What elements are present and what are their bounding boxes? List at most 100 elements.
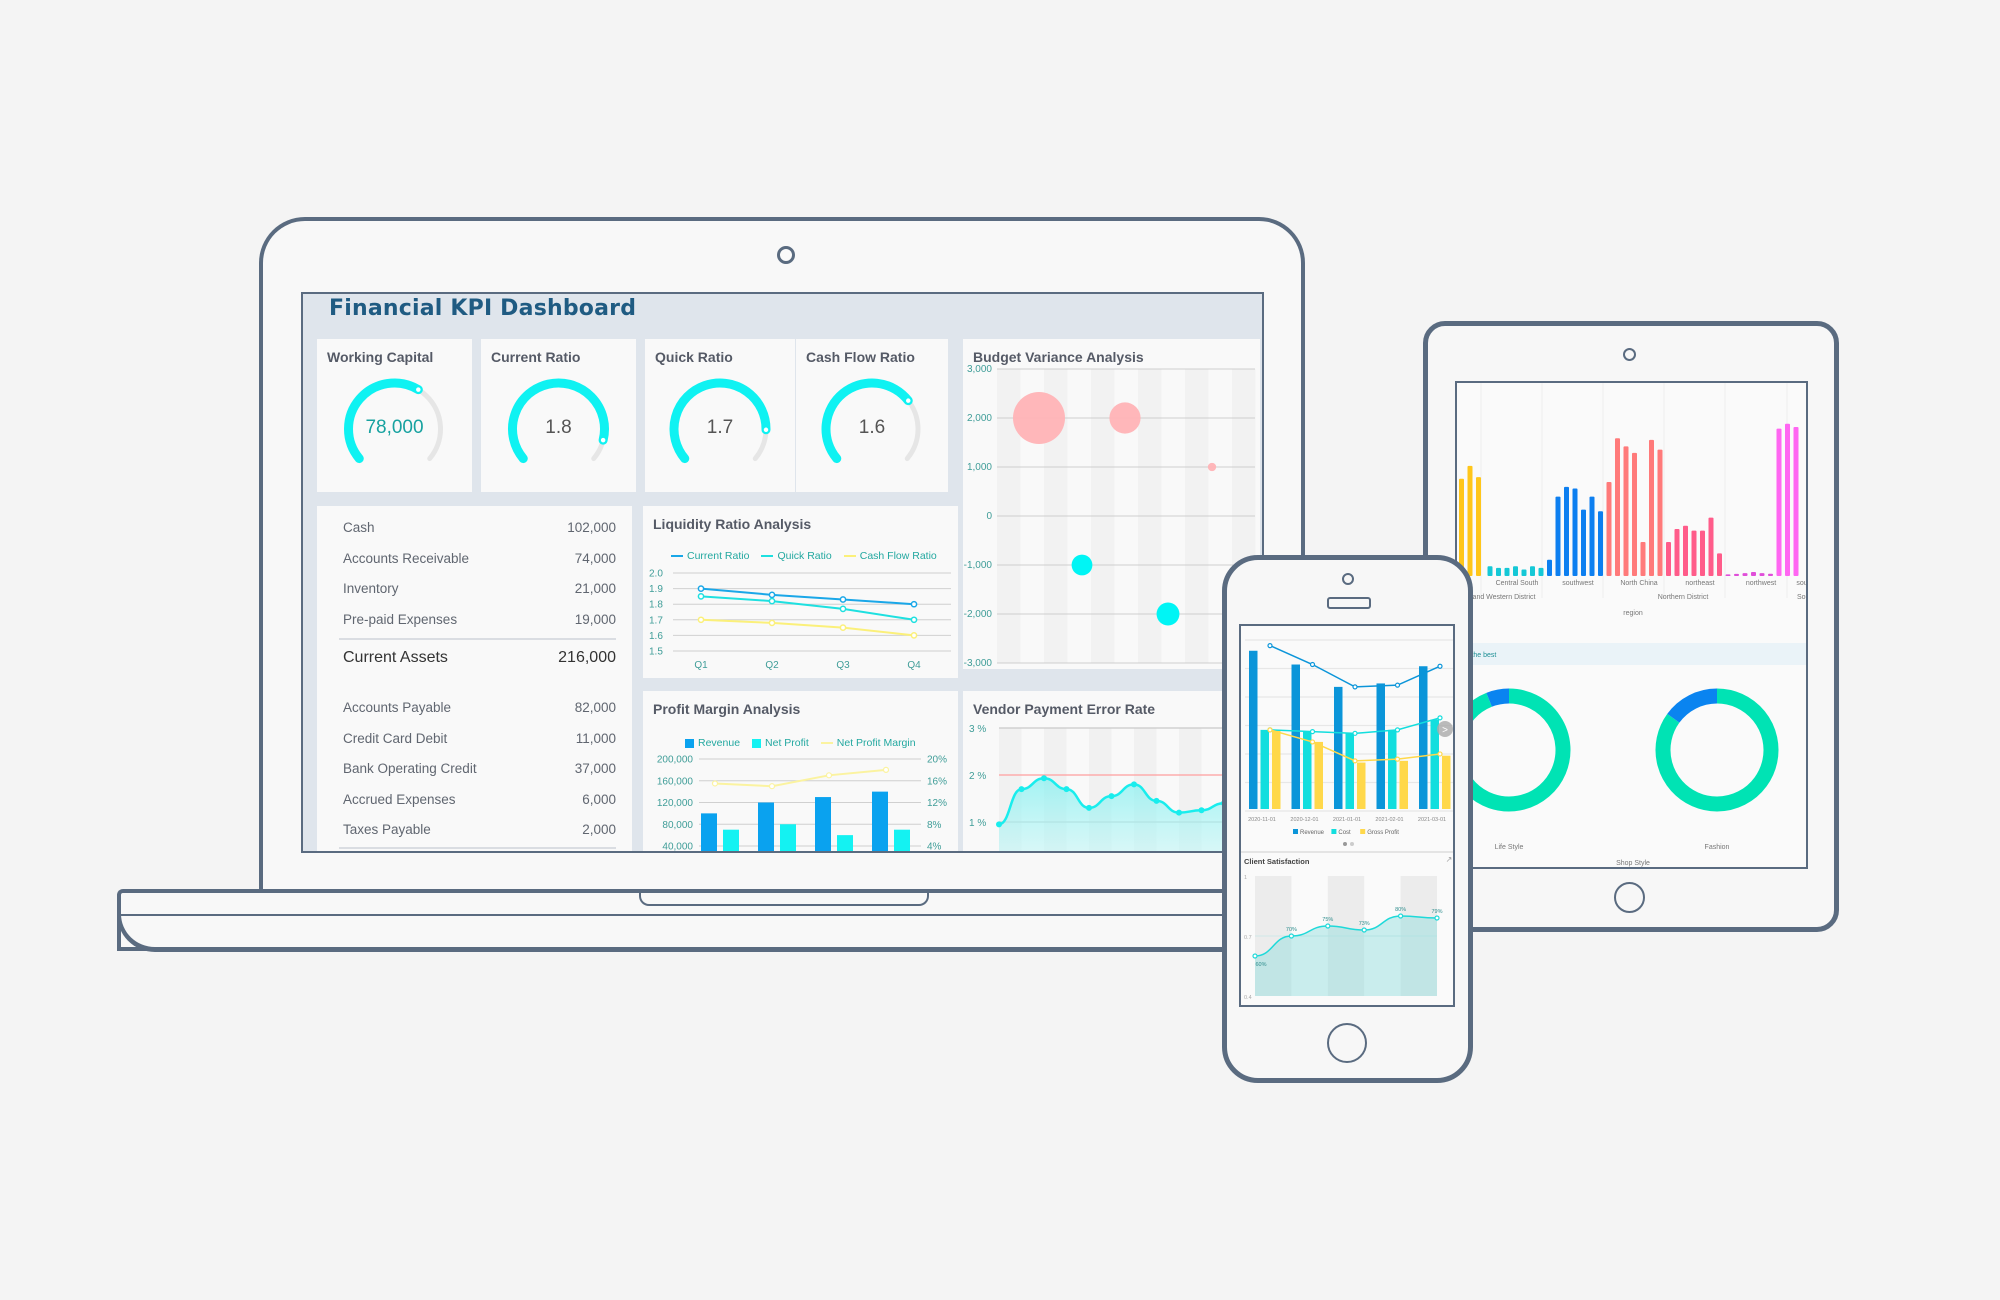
y-tick-label: 1.9 [649, 584, 663, 595]
page-title: Financial KPI Dashboard [329, 296, 637, 321]
x-tick-label: 2020-12-01 [1290, 817, 1318, 823]
bar-revenue [872, 791, 888, 851]
donut-label: Life Style [1495, 844, 1524, 851]
bar [1357, 762, 1366, 809]
data-point [1309, 728, 1316, 735]
bubble [1207, 462, 1217, 472]
pager-dot-active [1343, 842, 1347, 846]
balance-value: 21,000 [574, 581, 616, 596]
bar [1555, 496, 1561, 576]
bar [1572, 488, 1578, 576]
y-tick-label: 0.7 [1244, 935, 1252, 941]
y-tick-label: 0 [986, 511, 992, 522]
balance-value: 74,000 [574, 550, 616, 566]
balance-row: Taxes Payable 2,000 [343, 822, 616, 837]
data-point [839, 624, 847, 631]
balance-total-row: Current Assets 216,000 [343, 649, 616, 667]
bubble [1109, 402, 1141, 434]
y-tick-label: -3,000 [964, 658, 993, 669]
bar [1260, 729, 1269, 809]
bar [1442, 755, 1451, 809]
tablet-home-button[interactable] [1614, 882, 1645, 913]
bar [1430, 719, 1439, 809]
balance-row: Cash 102,000 [343, 520, 616, 535]
data-point [1361, 927, 1367, 933]
bar [1742, 573, 1748, 576]
gauge [344, 378, 443, 464]
bar [1249, 650, 1258, 809]
bar [1272, 729, 1281, 809]
data-point [1437, 663, 1443, 669]
bar [1399, 760, 1408, 809]
budget-chart: 3,000 2,000 1,000 0 -1,000 -2,000 -3,000 [964, 364, 1256, 669]
data-point [1352, 758, 1358, 764]
chevron-right-icon: > [1442, 725, 1448, 736]
bar [1657, 449, 1663, 576]
bar [1776, 428, 1782, 576]
tablet-screen: Central South southwest North China northea… [1455, 381, 1808, 869]
bar [1504, 567, 1510, 576]
data-point [1041, 775, 1047, 782]
data-point [1288, 933, 1295, 939]
data-point [1086, 804, 1092, 811]
subgroup-label: southwest [1562, 580, 1594, 587]
series-line [700, 595, 915, 621]
y-tick-label: 1 [1244, 875, 1247, 881]
x-tick-label: Q3 [836, 660, 850, 671]
bubble [1071, 554, 1093, 576]
series-line [714, 768, 887, 788]
balance-row: Credit Card Debit 11,000 [343, 731, 616, 746]
bar [1623, 446, 1629, 576]
balance-sheet-card: Cash 102,000 Accounts Receivable 74,000 Inve… [317, 506, 632, 851]
data-point [996, 821, 1002, 828]
y-tick-label: 2,000 [967, 413, 992, 424]
data-point [768, 597, 776, 605]
data-point [1309, 661, 1316, 668]
data-point [697, 585, 705, 592]
bar [1691, 530, 1697, 576]
legend-label: Cost [1338, 830, 1351, 836]
y-tick-label: 40,000 [662, 842, 693, 853]
x-tick-label: Q1 [694, 660, 708, 671]
bar [1785, 423, 1790, 576]
y2-tick-label: 12% [927, 798, 947, 809]
phone-home-button[interactable] [1327, 1023, 1367, 1063]
bar [1496, 567, 1501, 576]
kpi-value: 1.8 [545, 417, 572, 438]
data-label: 60% [1255, 962, 1266, 968]
y-tick-label: 1,000 [967, 462, 992, 473]
y-tick-label: 120,000 [657, 798, 694, 809]
data-label: 73% [1359, 921, 1370, 927]
group-label: Sou [1797, 594, 1808, 601]
bar [1487, 566, 1493, 576]
data-point [711, 780, 719, 787]
data-point [825, 772, 833, 779]
y-tick-label: 200,000 [657, 755, 694, 766]
y2-tick-label: 20% [927, 755, 947, 766]
bar-net-profit [837, 835, 853, 851]
y-tick-label: -1,000 [964, 560, 993, 571]
data-point [1398, 913, 1404, 919]
balance-value: 82,000 [574, 700, 616, 715]
bar [1632, 452, 1637, 576]
bar [1388, 729, 1397, 809]
pager-dot [1350, 842, 1354, 846]
bar [1521, 569, 1527, 576]
subgroup-label: northwest [1746, 580, 1776, 587]
y2-tick-label: 16% [927, 776, 947, 787]
bar [1513, 566, 1518, 576]
bar [1334, 686, 1343, 809]
balance-label: Accounts Payable [343, 700, 452, 715]
data-point [882, 766, 890, 773]
balance-label: Credit Card Debit [343, 730, 448, 746]
y-tick-label: 1.7 [649, 615, 663, 626]
balance-label: Pre-paid Expenses [343, 611, 458, 627]
bar [1376, 683, 1385, 809]
x-tick-label: 2021-01-01 [1333, 817, 1361, 823]
data-label: 79% [1431, 909, 1442, 915]
gauge [669, 378, 771, 464]
subgroup-label: Central South [1496, 580, 1539, 587]
bar [1303, 731, 1312, 809]
tablet-camera [1623, 348, 1636, 361]
region-chart: Central South southwest North China northea… [1457, 383, 1808, 867]
